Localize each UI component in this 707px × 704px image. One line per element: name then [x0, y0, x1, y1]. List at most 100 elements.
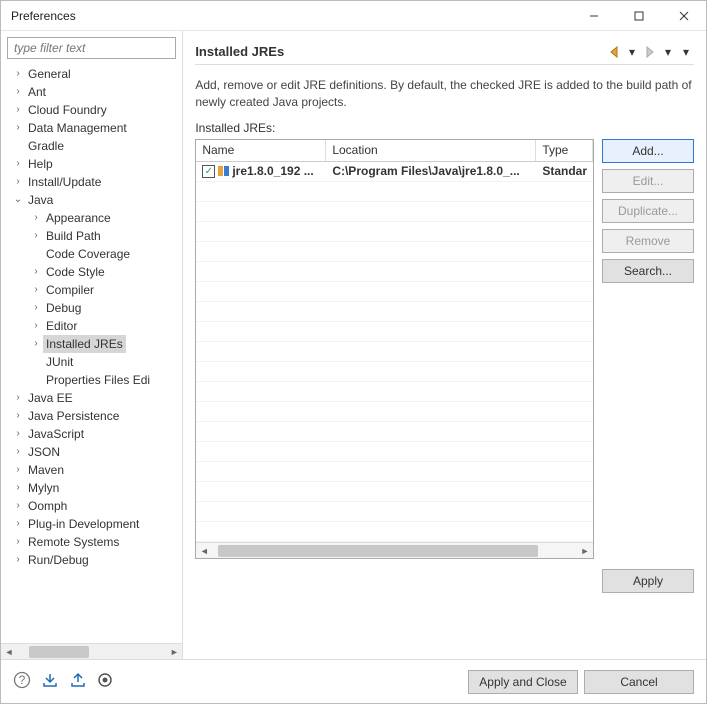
tree-item[interactable]: ›Oomph	[5, 497, 182, 515]
tree-item[interactable]: ›Cloud Foundry	[5, 101, 182, 119]
scroll-thumb[interactable]	[218, 545, 538, 557]
list-label: Installed JREs:	[195, 121, 694, 135]
add-button[interactable]: Add...	[602, 139, 694, 163]
export-icon[interactable]	[69, 671, 87, 692]
expand-icon[interactable]: ›	[29, 317, 43, 335]
scroll-right-icon[interactable]: ►	[577, 543, 593, 559]
expand-icon[interactable]: ›	[29, 227, 43, 245]
tree-item[interactable]: ›Build Path	[5, 227, 182, 245]
tree-item[interactable]: ›JavaScript	[5, 425, 182, 443]
expand-icon[interactable]: ›	[11, 497, 25, 515]
scroll-right-icon[interactable]: ►	[166, 644, 182, 659]
expand-icon[interactable]: ›	[11, 479, 25, 497]
tree-item-label: General	[25, 65, 74, 83]
preference-tree[interactable]: ›General›Ant›Cloud Foundry›Data Manageme…	[1, 63, 182, 643]
tree-item[interactable]: ›Installed JREs	[5, 335, 182, 353]
forward-icon[interactable]	[642, 44, 658, 60]
expand-icon[interactable]: ›	[11, 389, 25, 407]
import-icon[interactable]	[41, 671, 59, 692]
nav-toolbar: ▾ ▾ ▾	[606, 44, 694, 60]
tree-item-label: Compiler	[43, 281, 97, 299]
expand-icon[interactable]: ›	[11, 425, 25, 443]
expand-icon[interactable]: ›	[11, 407, 25, 425]
col-location[interactable]: Location	[326, 140, 536, 161]
expand-icon[interactable]: ›	[29, 299, 43, 317]
scroll-thumb[interactable]	[29, 646, 89, 658]
tree-item-label: Ant	[25, 83, 49, 101]
table-area: Name Location Type ✓jre1.8.0_192 ...C:\P…	[195, 139, 694, 559]
filter-input[interactable]	[7, 37, 176, 59]
tree-item[interactable]: Code Coverage	[5, 245, 182, 263]
expand-icon[interactable]: ›	[11, 515, 25, 533]
back-icon[interactable]	[606, 44, 622, 60]
edit-button[interactable]: Edit...	[602, 169, 694, 193]
cancel-button[interactable]: Cancel	[584, 670, 694, 694]
view-menu-icon[interactable]: ▾	[678, 44, 694, 60]
scroll-left-icon[interactable]: ◄	[1, 644, 17, 659]
record-icon[interactable]	[97, 672, 113, 691]
expand-icon[interactable]: ›	[29, 281, 43, 299]
expand-icon[interactable]: ›	[11, 461, 25, 479]
expand-icon[interactable]: ›	[11, 551, 25, 569]
tree-item[interactable]: ›Code Style	[5, 263, 182, 281]
expand-icon[interactable]: ›	[11, 83, 25, 101]
tree-item-label: JSON	[25, 443, 63, 461]
expand-icon[interactable]: ›	[29, 335, 43, 353]
expand-icon[interactable]: ›	[11, 533, 25, 551]
table-row[interactable]: ✓jre1.8.0_192 ...C:\Program Files\Java\j…	[196, 162, 593, 182]
table-hscroll[interactable]: ◄ ►	[196, 542, 593, 558]
jre-checkbox[interactable]: ✓	[202, 165, 215, 178]
apply-button[interactable]: Apply	[602, 569, 694, 593]
expand-icon[interactable]: ›	[11, 101, 25, 119]
tree-item-label: Oomph	[25, 497, 70, 515]
tree-item[interactable]: JUnit	[5, 353, 182, 371]
tree-item[interactable]: ›Maven	[5, 461, 182, 479]
tree-item[interactable]: ›Java EE	[5, 389, 182, 407]
duplicate-button[interactable]: Duplicate...	[602, 199, 694, 223]
tree-item[interactable]: ›Java Persistence	[5, 407, 182, 425]
tree-item[interactable]: ›Run/Debug	[5, 551, 182, 569]
tree-item[interactable]: ›Compiler	[5, 281, 182, 299]
expand-icon[interactable]: ›	[11, 443, 25, 461]
tree-item[interactable]: ›General	[5, 65, 182, 83]
forward-menu-icon[interactable]: ▾	[660, 44, 676, 60]
tree-item[interactable]: ›JSON	[5, 443, 182, 461]
tree-item[interactable]: ›Mylyn	[5, 479, 182, 497]
tree-item[interactable]: ›Help	[5, 155, 182, 173]
jre-type: Standar	[536, 164, 593, 178]
expand-icon[interactable]: ›	[11, 155, 25, 173]
tree-item[interactable]: ›Appearance	[5, 209, 182, 227]
tree-item-label: Data Management	[25, 119, 130, 137]
sidebar-hscroll[interactable]: ◄ ►	[1, 643, 182, 659]
expand-icon[interactable]: ⌄	[11, 191, 25, 209]
tree-item[interactable]: ›Editor	[5, 317, 182, 335]
tree-item[interactable]: ›Data Management	[5, 119, 182, 137]
table-header: Name Location Type	[196, 140, 593, 162]
tree-item-label: Cloud Foundry	[25, 101, 110, 119]
tree-item[interactable]: ›Plug-in Development	[5, 515, 182, 533]
expand-icon[interactable]: ›	[29, 263, 43, 281]
col-type[interactable]: Type	[536, 140, 593, 161]
expand-icon[interactable]: ›	[29, 209, 43, 227]
apply-and-close-button[interactable]: Apply and Close	[468, 670, 578, 694]
expand-icon[interactable]: ›	[11, 119, 25, 137]
search-button[interactable]: Search...	[602, 259, 694, 283]
back-menu-icon[interactable]: ▾	[624, 44, 640, 60]
scroll-left-icon[interactable]: ◄	[196, 543, 212, 559]
tree-item[interactable]: ›Debug	[5, 299, 182, 317]
expand-icon[interactable]: ›	[11, 173, 25, 191]
expand-icon[interactable]: ›	[11, 65, 25, 83]
tree-item[interactable]: ›Ant	[5, 83, 182, 101]
jre-table[interactable]: Name Location Type ✓jre1.8.0_192 ...C:\P…	[195, 139, 594, 559]
help-icon[interactable]: ?	[13, 671, 31, 692]
minimize-button[interactable]	[571, 1, 616, 31]
tree-item[interactable]: Gradle	[5, 137, 182, 155]
close-button[interactable]	[661, 1, 706, 31]
tree-item[interactable]: ⌄Java	[5, 191, 182, 209]
tree-item[interactable]: ›Remote Systems	[5, 533, 182, 551]
col-name[interactable]: Name	[196, 140, 326, 161]
remove-button[interactable]: Remove	[602, 229, 694, 253]
tree-item[interactable]: Properties Files Edi	[5, 371, 182, 389]
maximize-button[interactable]	[616, 1, 661, 31]
tree-item[interactable]: ›Install/Update	[5, 173, 182, 191]
